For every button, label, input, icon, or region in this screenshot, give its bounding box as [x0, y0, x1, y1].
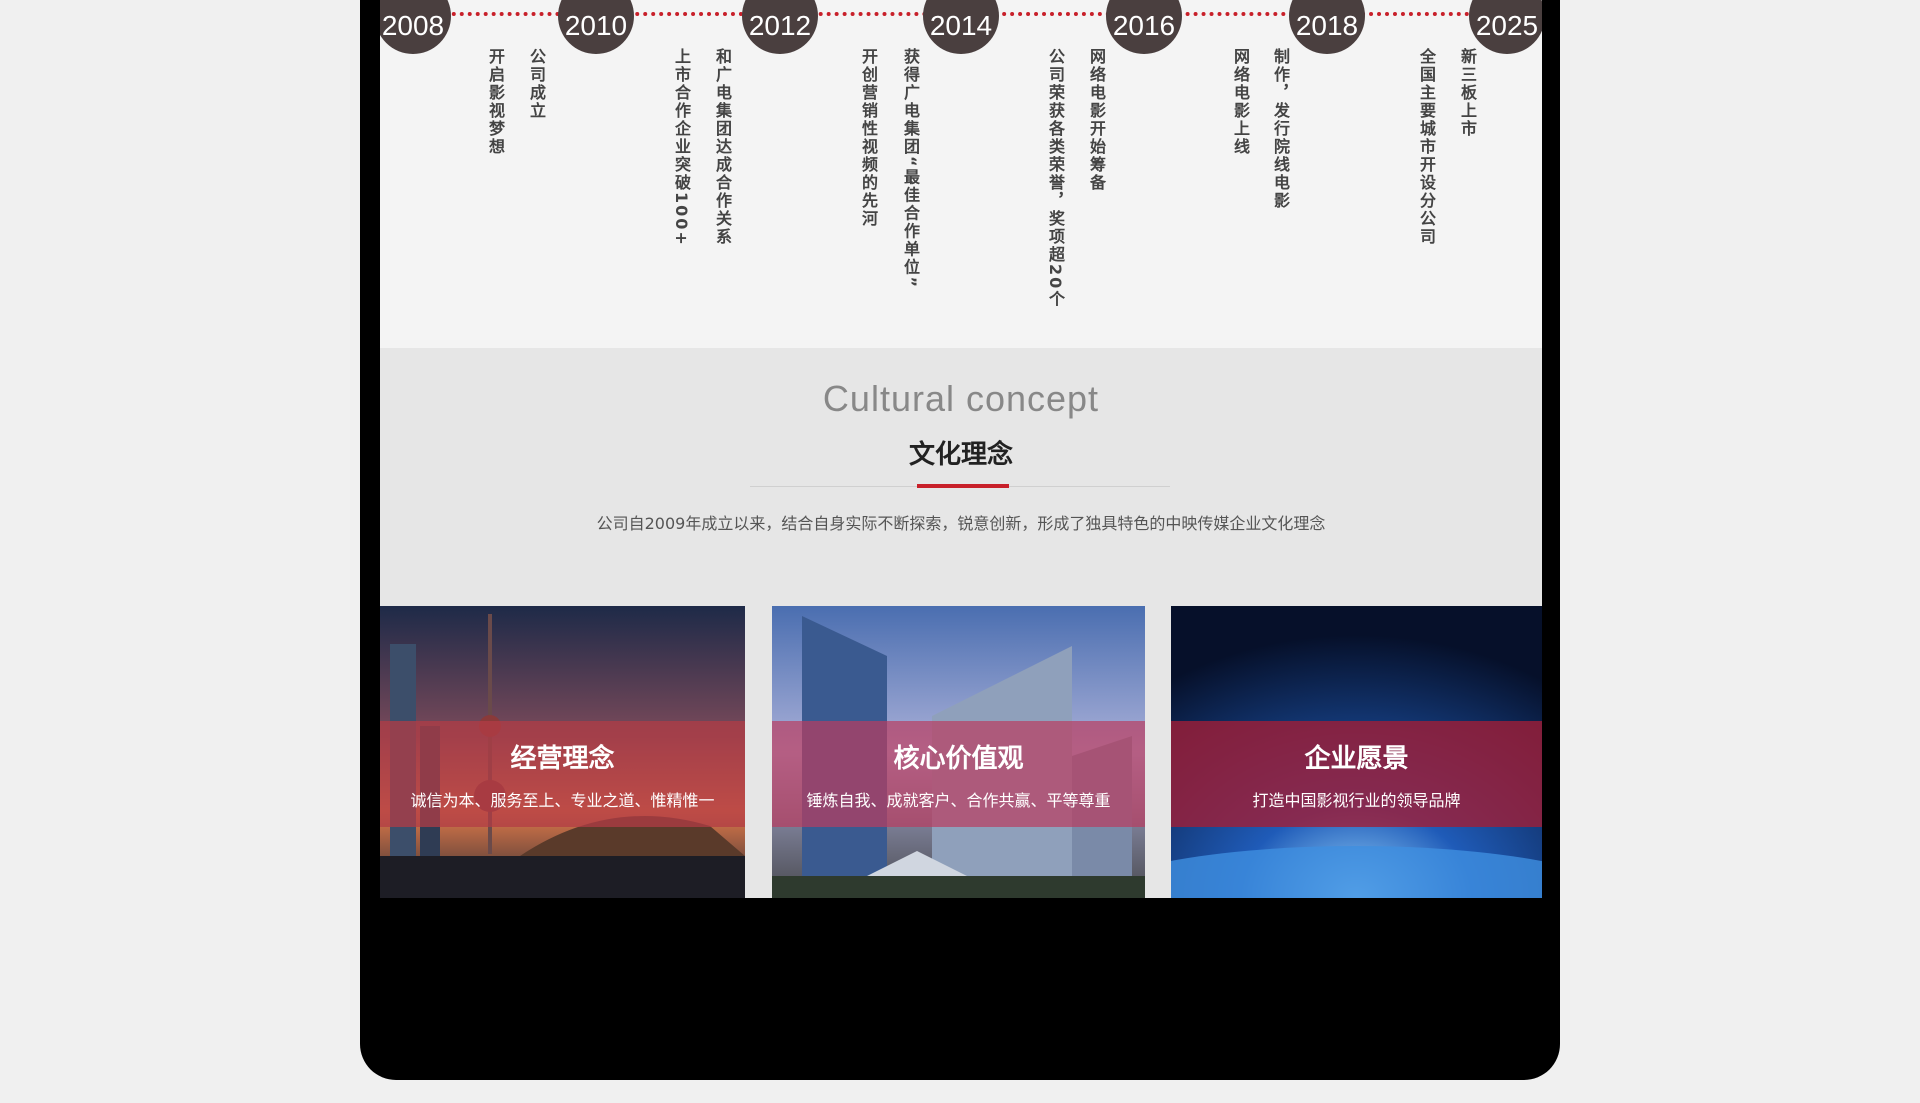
milestone-2008-1: 公司成立 — [527, 48, 546, 120]
card-overlay-band: 企业愿景 打造中国影视行业的领导品牌 — [1171, 721, 1542, 827]
year-2018: 2018 — [1289, 0, 1365, 54]
year-2010: 2010 — [558, 0, 634, 54]
section-title-en: Cultural concept — [822, 378, 1100, 419]
section-description: 公司自2009年成立以来，结合自身实际不断探索，锐意创新，形成了独具特色的中映传… — [596, 514, 1326, 533]
milestone-2014-1: 网络电影开始筹备 — [1087, 48, 1106, 192]
milestone-2010-2: 上市合作企业突破100+ — [672, 48, 691, 247]
milestone-2012-2: 开创营销性视频的先河 — [859, 48, 878, 228]
year-2012: 2012 — [742, 0, 818, 54]
year-2014: 2014 — [923, 0, 999, 54]
milestone-2008-2: 开启影视梦想 — [486, 48, 505, 156]
cultural-concept-section: Cultural concept 文化理念 公司自2009年成立以来，结合自身实… — [380, 348, 1542, 898]
title-accent-bar — [917, 484, 1009, 488]
core-values-card[interactable]: 核心价值观 锤炼自我、成就客户、合作共赢、平等尊重 — [772, 606, 1145, 898]
card-subtitle: 诚信为本、服务至上、专业之道、惟精惟一 — [410, 790, 715, 810]
milestone-2010-1: 和广电集团达成合作关系 — [713, 48, 732, 246]
year-2008: 2008 — [380, 0, 451, 54]
card-title: 经营理念 — [510, 743, 615, 774]
card-overlay-band: 核心价值观 锤炼自我、成就客户、合作共赢、平等尊重 — [772, 721, 1145, 827]
milestone-2018-1: 新三板上市 — [1458, 48, 1477, 138]
milestone-2016-1: 制作，发行院线电影 — [1271, 48, 1290, 210]
card-subtitle: 打造中国影视行业的领导品牌 — [1252, 790, 1461, 810]
year-2025: 2025 — [1469, 0, 1542, 54]
card-subtitle: 锤炼自我、成就客户、合作共赢、平等尊重 — [806, 790, 1111, 810]
page-screen: 2008 2010 2012 2014 2016 2018 2025 公司成立 … — [380, 0, 1542, 898]
year-2016: 2016 — [1106, 0, 1182, 54]
card-title: 企业愿景 — [1304, 743, 1409, 774]
milestone-2018-2: 全国主要城市开设分公司 — [1417, 48, 1436, 246]
history-timeline: 2008 2010 2012 2014 2016 2018 2025 公司成立 … — [380, 0, 1542, 348]
milestone-2012-1: 获得广电集团“最佳合作单位” — [901, 48, 920, 290]
corporate-vision-card[interactable]: 企业愿景 打造中国影视行业的领导品牌 — [1171, 606, 1542, 898]
business-philosophy-card[interactable]: 经营理念 诚信为本、服务至上、专业之道、惟精惟一 — [380, 606, 745, 898]
section-title-cn: 文化理念 — [908, 440, 1013, 470]
card-title: 核心价值观 — [893, 743, 1024, 774]
card-overlay-band: 经营理念 诚信为本、服务至上、专业之道、惟精惟一 — [380, 721, 745, 827]
milestone-2014-2: 公司荣获各类荣誉，奖项超20个 — [1046, 48, 1065, 309]
milestone-2016-2: 网络电影上线 — [1231, 48, 1250, 156]
